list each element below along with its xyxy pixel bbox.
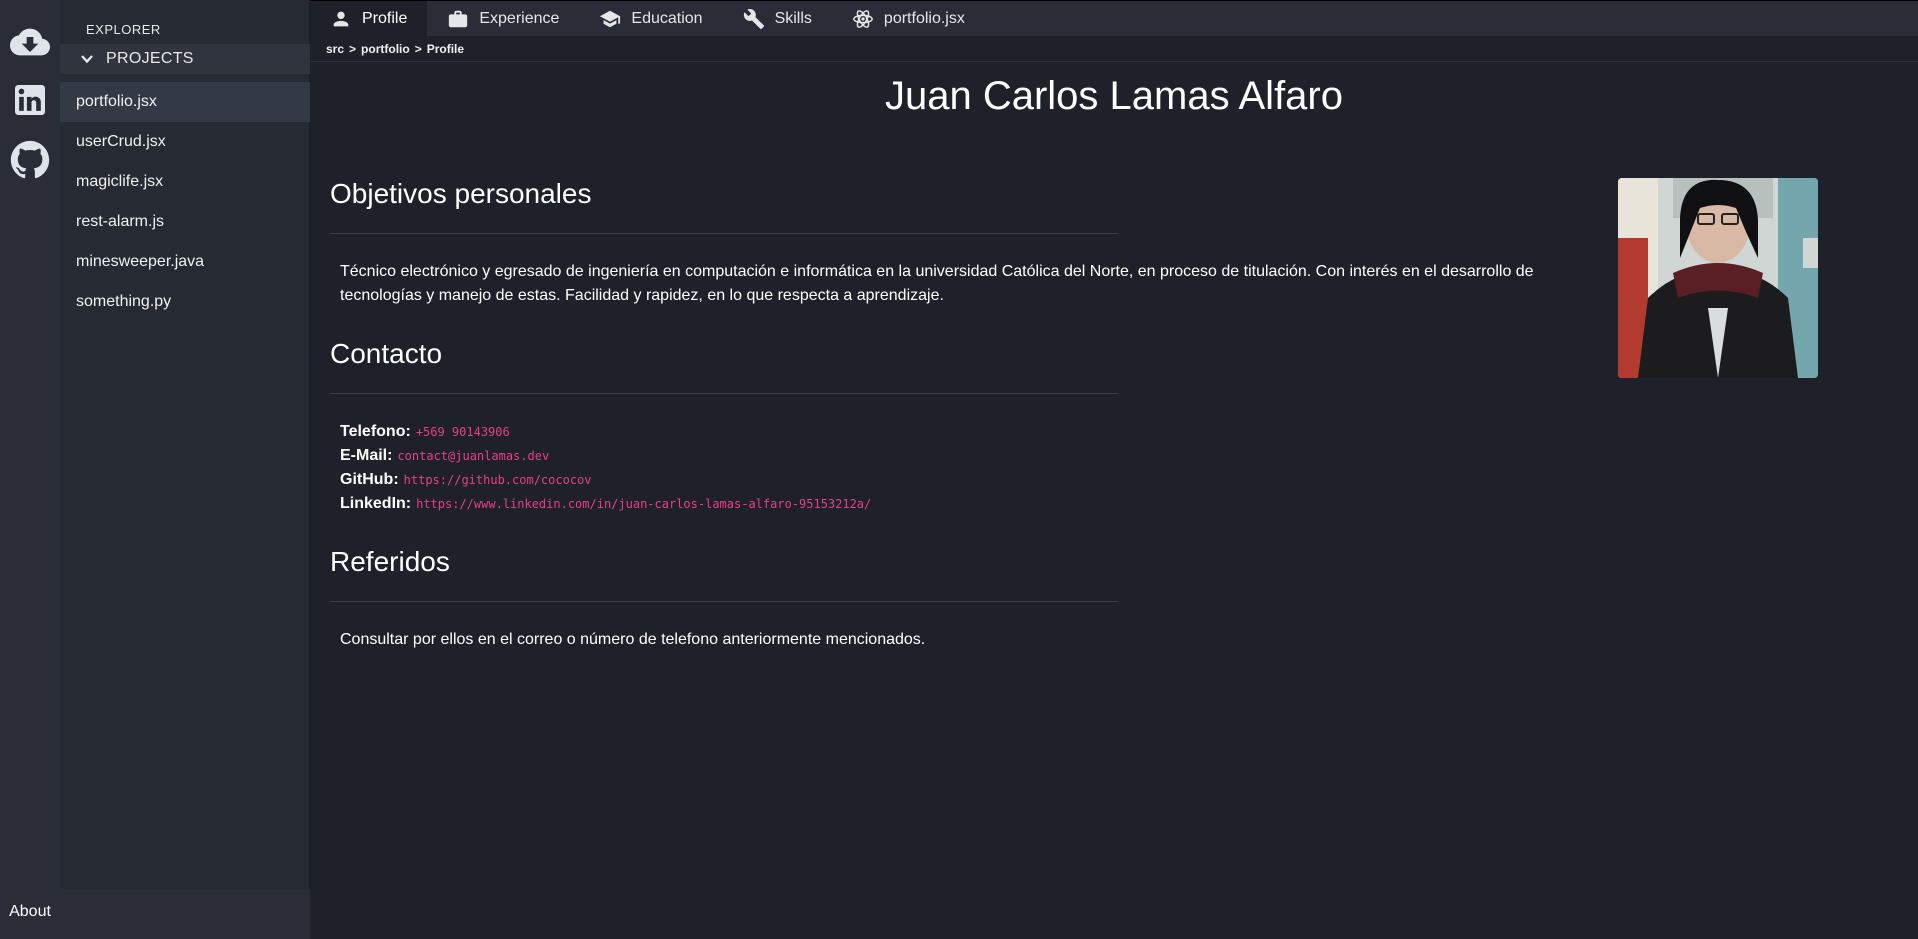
react-icon [852,8,874,30]
briefcase-icon [447,8,469,30]
explorer-sidebar: EXPLORER PROJECTS portfolio.jsx userCrud… [60,0,310,939]
contact-github: GitHub: https://github.com/cococov [340,468,871,492]
tab-bar: Profile Experience Education Skills port… [310,0,1918,36]
contact-email: E-Mail: contact@juanlamas.dev [340,444,871,468]
file-item-magiclife[interactable]: magiclife.jsx [60,162,310,202]
contact-heading: Contacto [330,338,443,369]
tab-education[interactable]: Education [579,1,722,36]
contact-label: GitHub: [340,471,399,488]
tab-label: Education [631,9,703,27]
breadcrumb: src > portfolio > Profile [310,36,1918,62]
divider [330,233,1118,234]
tab-profile[interactable]: Profile [310,1,428,36]
file-list: portfolio.jsx userCrud.jsx magiclife.jsx… [60,82,310,322]
tab-label: Skills [774,9,812,27]
explorer-title: EXPLORER [86,22,161,37]
linkedin-icon[interactable] [10,80,50,120]
projects-section-toggle[interactable]: PROJECTS [60,44,310,74]
cloud-download-icon[interactable] [10,22,50,62]
contact-phone: Telefono: +569 90143906 [340,420,871,444]
divider [330,393,1118,394]
file-item-portfolio[interactable]: portfolio.jsx [60,82,310,122]
file-item-usercrud[interactable]: userCrud.jsx [60,122,310,162]
objectives-heading: Objetivos personales [330,178,592,209]
contact-linkedin: LinkedIn: https://www.linkedin.com/in/ju… [340,492,871,516]
tab-portfolio-jsx[interactable]: portfolio.jsx [832,1,985,36]
explorer-footer [60,889,310,939]
tab-experience[interactable]: Experience [427,1,579,36]
referrals-text: Consultar por ellos en el correo o númer… [340,631,926,648]
graduation-cap-icon [599,8,621,30]
activity-bar: About [0,0,60,939]
file-item-rest-alarm[interactable]: rest-alarm.js [60,202,310,242]
email-link[interactable]: contact@juanlamas.dev [397,449,549,463]
breadcrumb-item[interactable]: Profile [427,42,464,56]
linkedin-link[interactable]: https://www.linkedin.com/in/juan-carlos-… [416,497,871,511]
contact-label: LinkedIn: [340,495,412,512]
contact-label: Telefono: [340,423,411,440]
file-item-something[interactable]: something.py [60,282,310,322]
contact-label: E-Mail: [340,447,393,464]
breadcrumb-separator: > [349,41,357,56]
about-link[interactable]: About [0,885,60,939]
tab-label: Profile [362,9,408,27]
referrals-heading: Referidos [330,546,450,577]
projects-section-label: PROJECTS [106,50,194,67]
breadcrumb-item[interactable]: src [326,42,344,56]
file-item-minesweeper[interactable]: minesweeper.java [60,242,310,282]
chevron-down-icon [80,52,94,66]
tab-skills[interactable]: Skills [723,1,832,36]
github-link[interactable]: https://github.com/cococov [404,473,592,487]
breadcrumb-separator: > [414,41,422,56]
profile-name: Juan Carlos Lamas Alfaro [884,74,1343,118]
breadcrumb-item[interactable]: portfolio [361,42,410,56]
wrench-icon [743,8,765,30]
github-icon[interactable] [10,140,50,180]
divider [330,601,1118,602]
person-icon [330,8,352,30]
contact-list: Telefono: +569 90143906 E-Mail: contact@… [340,420,871,516]
tab-label: Experience [479,9,560,27]
profile-content: Juan Carlos Lamas Alfaro Objetivos perso… [310,62,1918,939]
phone-link[interactable]: +569 90143906 [416,425,510,439]
profile-photo [1618,178,1818,378]
tab-label: portfolio.jsx [883,9,965,27]
objectives-text: Técnico electrónico y egresado de ingeni… [340,263,1534,304]
